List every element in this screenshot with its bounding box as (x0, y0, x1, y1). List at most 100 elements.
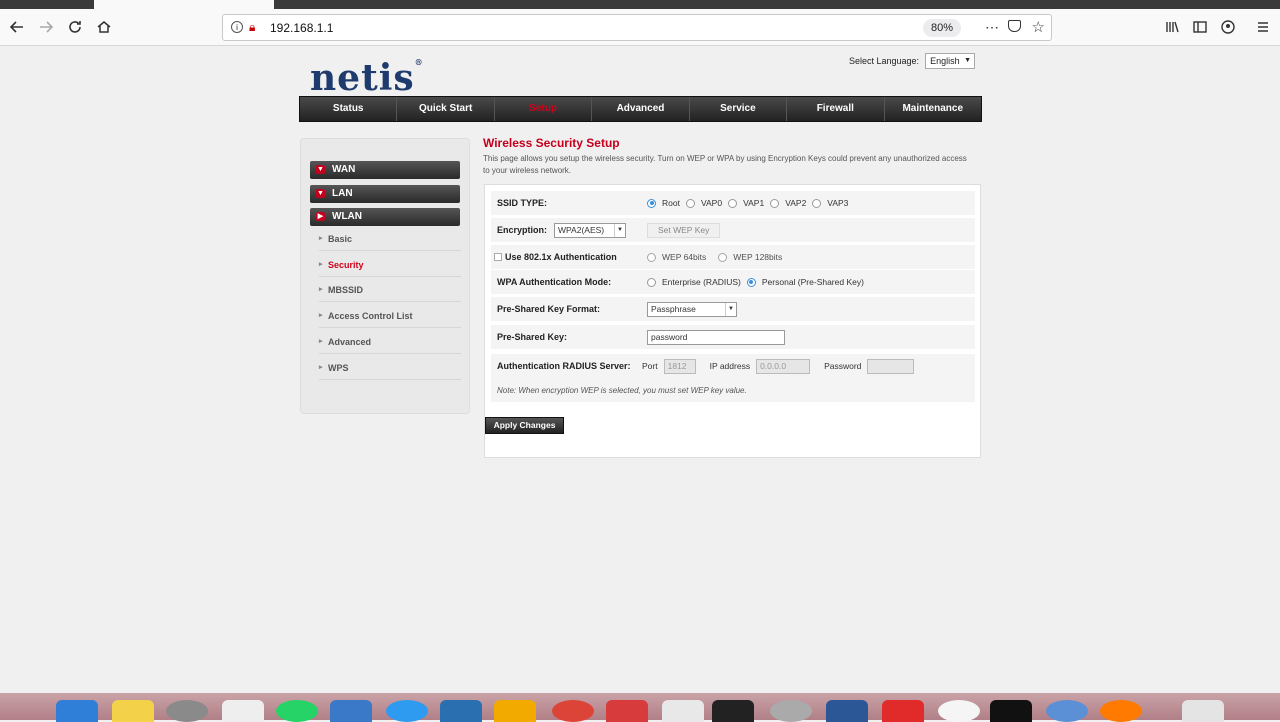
menu-icon[interactable] (1251, 15, 1275, 39)
nav-advanced[interactable]: Advanced (592, 97, 690, 121)
app-icon[interactable] (606, 700, 648, 722)
zoom-level[interactable]: 80% (922, 19, 961, 37)
page-actions-icon[interactable]: ⋯ (985, 19, 999, 36)
psk-format-select[interactable]: Passphrase ▼ (647, 301, 737, 317)
app-icon[interactable] (440, 700, 482, 722)
chevron-down-icon: ▼ (964, 57, 972, 64)
port-label: Port (642, 361, 658, 371)
app-icon[interactable] (330, 700, 372, 722)
account-icon[interactable] (1216, 15, 1240, 39)
row-encryption: Encryption: WPA2(AES) ▼ Set WEP Key (491, 218, 975, 242)
sidebar-item-basic[interactable]: ▸ Basic (319, 227, 461, 251)
app-icon[interactable] (882, 700, 924, 722)
radio-root[interactable] (647, 198, 656, 208)
bullet-icon: ▸ (319, 261, 323, 268)
sidebar-item-mbssid[interactable]: ▸ MBSSID (319, 278, 461, 302)
sidebar-toggle-icon[interactable] (1188, 15, 1212, 39)
nav-firewall[interactable]: Firewall (787, 97, 885, 121)
radio-vap0[interactable] (685, 198, 695, 208)
pocket-icon[interactable] (1008, 20, 1021, 32)
row-psk-format: Pre-Shared Key Format: Passphrase ▼ (491, 297, 975, 321)
row-8021x: Use 802.1x Authentication WEP 64bits WEP… (491, 245, 975, 269)
row-ssid-type: SSID TYPE: Root VAP0 VAP1 VAP2 VAP3 (491, 191, 975, 215)
whatsapp-icon[interactable] (276, 700, 318, 722)
ip-label: IP address (709, 361, 751, 371)
app-icon[interactable] (166, 700, 208, 722)
sidebar-item-wps[interactable]: ▸ WPS (319, 356, 461, 380)
bullet-icon: ▸ (319, 312, 323, 319)
app-icon[interactable] (770, 700, 812, 722)
nav-setup[interactable]: Setup (495, 97, 593, 121)
app-store-icon[interactable] (386, 700, 428, 722)
app-icon[interactable] (222, 700, 264, 722)
set-wep-key-button[interactable]: Set WEP Key (647, 222, 721, 238)
url-bar[interactable]: i 🔒︎ 192.168.1.1 80% ⋯ ☆ (222, 14, 1052, 41)
bullet-icon: ▸ (319, 338, 323, 345)
note-text: Note: When encryption WEP is selected, y… (497, 386, 747, 395)
finder-icon[interactable] (56, 700, 98, 722)
ssid-type-label: SSID TYPE: (497, 198, 548, 208)
radio-vap3[interactable] (812, 198, 822, 208)
nav-service[interactable]: Service (690, 97, 788, 121)
app-icon[interactable] (494, 700, 536, 722)
nav-status[interactable]: Status (300, 97, 398, 121)
sidebar: ▼ WAN ▼ LAN ▶ WLAN ▸ Basic ▸ Security ▸ MBSSID… (300, 138, 470, 414)
info-icon[interactable]: i (231, 21, 243, 33)
app-icon[interactable] (1046, 700, 1088, 722)
nav-quick-start[interactable]: Quick Start (397, 97, 495, 121)
url-text[interactable]: 192.168.1.1 (270, 21, 333, 35)
terminal-icon[interactable] (712, 700, 754, 722)
trash-icon[interactable] (1182, 700, 1224, 722)
app-icon[interactable] (826, 700, 868, 722)
password-input[interactable] (867, 358, 915, 374)
apply-changes-button[interactable]: Apply Changes (485, 417, 564, 434)
notes-icon[interactable] (112, 700, 154, 722)
terminal-icon[interactable] (990, 700, 1032, 722)
bullet-icon: ▸ (319, 286, 323, 293)
sidebar-item-security[interactable]: ▸ Security (319, 253, 461, 277)
sidebar-group-wlan[interactable]: ▶ WLAN (310, 208, 460, 226)
language-selector: Select Language: English ▼ (849, 53, 976, 69)
radio-enterprise[interactable] (647, 277, 656, 287)
netis-logo: netis® (310, 57, 424, 99)
forward-icon[interactable] (34, 15, 58, 39)
app-icon[interactable] (938, 700, 980, 722)
chevron-down-icon: ▼ (614, 223, 625, 237)
firefox-icon[interactable] (1100, 700, 1142, 722)
app-icon[interactable] (662, 700, 704, 722)
radio-vap2[interactable] (770, 198, 780, 208)
encryption-select[interactable]: WPA2(AES) ▼ (554, 222, 626, 238)
port-input[interactable]: 1812 (663, 358, 696, 374)
sidebar-item-access-control-list[interactable]: ▸ Access Control List (319, 304, 461, 328)
password-label: Password (824, 361, 862, 371)
insecure-lock-icon[interactable]: 🔒︎ (249, 20, 255, 35)
nav-maintenance[interactable]: Maintenance (885, 97, 981, 121)
row-wpa-mode: WPA Authentication Mode: Enterprise (RAD… (491, 270, 975, 294)
psk-input[interactable]: password (647, 329, 785, 345)
bookmark-star-icon[interactable]: ☆ (1032, 18, 1045, 36)
radio-wep-64[interactable] (647, 252, 656, 262)
sidebar-group-lan[interactable]: ▼ LAN (310, 185, 460, 203)
page-title: Wireless Security Setup (483, 136, 620, 150)
psk-format-label: Pre-Shared Key Format: (497, 304, 601, 314)
browser-toolbar: i 🔒︎ 192.168.1.1 80% ⋯ ☆ (0, 9, 1280, 46)
ip-input[interactable]: 0.0.0.0 (756, 358, 811, 374)
use-8021x-checkbox[interactable] (494, 253, 502, 261)
sidebar-group-wan[interactable]: ▼ WAN (310, 161, 460, 179)
radio-wep-128[interactable] (718, 252, 728, 262)
row-radius: Authentication RADIUS Server: Port 1812 … (491, 354, 975, 378)
library-icon[interactable] (1160, 15, 1184, 39)
radio-personal[interactable] (746, 277, 756, 287)
browser-tab-active[interactable] (94, 0, 274, 9)
page-description: This page allows you setup the wireless … (483, 154, 967, 175)
use-8021x-label: Use 802.1x Authentication (505, 252, 617, 262)
sidebar-item-advanced[interactable]: ▸ Advanced (319, 330, 461, 354)
back-icon[interactable] (5, 15, 29, 39)
radio-vap1[interactable] (728, 198, 738, 208)
home-icon[interactable] (92, 15, 116, 39)
language-label: Select Language: (849, 56, 920, 66)
chrome-icon[interactable] (552, 700, 594, 722)
chevron-down-icon: ▼ (725, 302, 736, 316)
reload-icon[interactable] (63, 15, 87, 39)
language-select[interactable]: English ▼ (925, 53, 976, 69)
